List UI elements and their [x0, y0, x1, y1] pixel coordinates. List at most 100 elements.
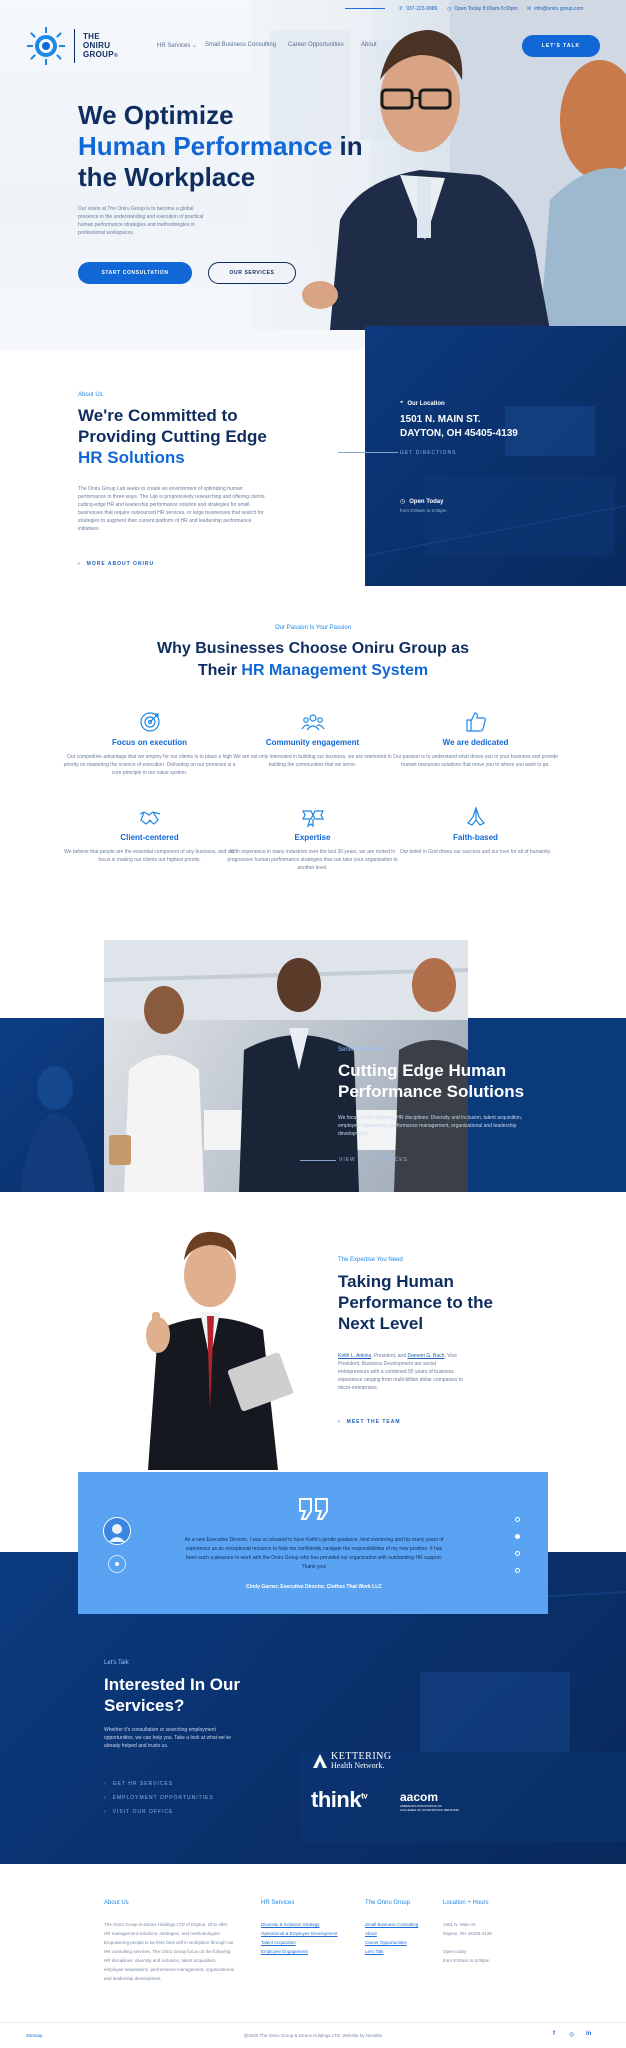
services-content: Service We Offer Cutting Edge Human Perf… [338, 1047, 538, 1138]
linkedin-icon[interactable]: in [586, 2031, 591, 2037]
feature-title: Community engagement [265, 738, 360, 747]
employment-link[interactable]: › EMPLOYMENT OPPORTUNITIES [104, 1795, 214, 1801]
page: ✆ 937-223-9989 ◷ Open Today 8:00am-5:00p… [0, 0, 626, 2048]
feature-title: We are dedicated [442, 738, 509, 747]
footer-about-title: About Us [104, 1900, 129, 1906]
team-eyebrow: The Expertise You Need [338, 1257, 403, 1263]
nav-small-business[interactable]: Small Business Consulting [205, 42, 276, 48]
footer-location-line: from 8:00am to 5:00pm [443, 1958, 490, 1963]
keith-ankins-link[interactable]: Keith L. Ankins [338, 1353, 371, 1359]
cta-content: Let's Talk Interested In Our Services? W… [104, 1660, 240, 1750]
services-link-line [300, 1160, 336, 1161]
dametri-bach-link[interactable]: Dametri G. Bach [408, 1353, 445, 1359]
top-accent-line [345, 8, 385, 9]
chevron-right-icon: › [104, 1795, 107, 1801]
feature-title: Expertise [294, 833, 331, 842]
why-title: Why Businesses Choose Oniru Group as The… [0, 638, 626, 682]
aacom-logo: aacom AMERICAN ASSOCIATION OF COLLEGES O… [400, 1790, 459, 1812]
get-hr-services-link[interactable]: › GET HR SERVICES [104, 1781, 173, 1787]
footer-hr-title: HR Services [261, 1900, 295, 1906]
phone-contact[interactable]: ✆ 937-223-9989 [399, 6, 437, 12]
team-photo [128, 1220, 318, 1470]
hours-text: Open Today 8:00am-5:00pm [454, 6, 518, 12]
services-paragraph: We focus on the following HR disciplines… [338, 1115, 523, 1137]
email-text: info@oniru group.com [534, 6, 584, 12]
our-services-button[interactable]: OUR SERVICES [208, 262, 296, 284]
clock-icon: ◷ [400, 499, 406, 505]
cta-link-label: EMPLOYMENT OPPORTUNITIES [112, 1795, 214, 1801]
nav-career[interactable]: Career Opportunities [288, 42, 344, 48]
visit-office-link[interactable]: › VISIT OUR OFFICE [104, 1809, 173, 1815]
logo-sun-icon [26, 26, 66, 66]
footer-link[interactable]: Employee Engagement [261, 1947, 338, 1956]
about-title: We're Committed to Providing Cutting Edg… [78, 405, 318, 468]
kettering-line-1: KETTERING [331, 1751, 392, 1762]
more-about-link[interactable]: › MORE ABOUT ONIRU [78, 561, 154, 567]
chevron-right-icon: › [78, 561, 81, 567]
email-contact[interactable]: ✉ info@oniru group.com [527, 6, 583, 12]
footer-location-line: Open today [443, 1949, 467, 1954]
kettering-mark-icon [313, 1754, 327, 1768]
logo-line-2: ONIRU [83, 40, 111, 50]
about-title-highlight: HR Solutions [78, 448, 185, 467]
about-paragraph: The Oniru Group Lab seeks to create an e… [78, 486, 265, 532]
team-title-line-1: Taking Human [338, 1272, 454, 1291]
community-icon [301, 710, 325, 734]
feature-execution: Focus on execution Our competitive advan… [62, 710, 237, 777]
services-eyebrow: Service We Offer [338, 1047, 384, 1053]
footer-link[interactable]: Operational & Employee Development [261, 1929, 338, 1938]
facebook-icon[interactable]: f [553, 2031, 555, 2037]
nav-about[interactable]: About [361, 42, 377, 48]
faith-icon [464, 805, 488, 829]
feature-faith: Faith-based Our belief in God drives our… [388, 805, 563, 856]
logo-divider [74, 29, 75, 63]
cta-link-label: VISIT OUR OFFICE [112, 1809, 174, 1815]
chevron-down-icon: ⌄ [192, 43, 198, 49]
footer-link[interactable]: Career Opportunities [365, 1938, 418, 1947]
logo[interactable]: THE ONIRU GROUP® [26, 26, 118, 66]
footer-link[interactable]: Talent Acquisition [261, 1938, 338, 1947]
hero-title-in: in [332, 131, 363, 161]
footer-link[interactable]: Diversity & Inclusion Strategy [261, 1920, 338, 1929]
instagram-icon[interactable]: ◎ [569, 2031, 574, 2038]
directions-line [338, 452, 398, 453]
open-today-label: Open Today [409, 498, 444, 505]
feature-desc: We are not only interested in building o… [233, 754, 392, 768]
footer-link[interactable]: Small Business Consulting [365, 1920, 418, 1929]
about-eyebrow: About Us [78, 392, 103, 398]
feature-expertise: Expertise With experience in many indust… [225, 805, 400, 872]
nav-hr-services[interactable]: HR Services ⌄ [157, 42, 197, 49]
feature-desc: Our competitive advantage that we employ… [63, 754, 236, 776]
team-content: The Expertise You Need Taking Human Perf… [338, 1257, 493, 1392]
footer-link[interactable]: About [365, 1929, 418, 1938]
start-consultation-button[interactable]: START CONSULTATION [78, 262, 192, 284]
about-title-line-1: We're Committed to [78, 406, 238, 425]
feature-desc: We believe that people are the essential… [64, 849, 235, 863]
chevron-right-icon: › [338, 1419, 341, 1425]
location-block: ⌖ Our Location 1501 N. MAIN ST. DAYTON, … [400, 400, 518, 456]
testimonial-avatar-2[interactable] [108, 1555, 126, 1573]
ribbon-icon [301, 805, 325, 829]
handshake-icon [138, 805, 162, 829]
testimonial-avatar[interactable] [103, 1517, 131, 1545]
office-background [365, 406, 626, 557]
slider-dot-active[interactable] [515, 1534, 520, 1539]
logo-wordmark: THE ONIRU GROUP® [83, 31, 118, 59]
meet-team-link[interactable]: › MEET THE TEAM [338, 1419, 401, 1425]
view-services-link[interactable]: VIEW OUR SERVICES [339, 1157, 408, 1163]
thinktv-word: think [311, 1787, 362, 1812]
footer-group-title: The Oniru Group [365, 1900, 411, 1906]
why-title-their: Their [197, 662, 242, 679]
slider-dot[interactable] [515, 1517, 520, 1522]
footer-about-text: The Oniru Group is Deans Holdings LTD of… [104, 1922, 234, 1981]
get-directions-link[interactable]: GET DIRECTIONS [400, 450, 518, 456]
why-eyebrow: Our Passion Is Your Passion [274, 625, 352, 631]
hero-paragraph: Our vision at The Oniru Group is to beco… [78, 206, 204, 236]
footer-location-line: 1501 N. Main St. [443, 1922, 477, 1927]
about-title-line-2: Providing Cutting Edge [78, 427, 267, 446]
footer-link[interactable]: Let's Talk [365, 1947, 418, 1956]
slider-dot[interactable] [515, 1568, 520, 1573]
feature-desc: With experience in many industries over … [227, 849, 398, 871]
slider-dot[interactable] [515, 1551, 520, 1556]
lets-talk-button[interactable]: LET'S TALK [522, 35, 600, 57]
